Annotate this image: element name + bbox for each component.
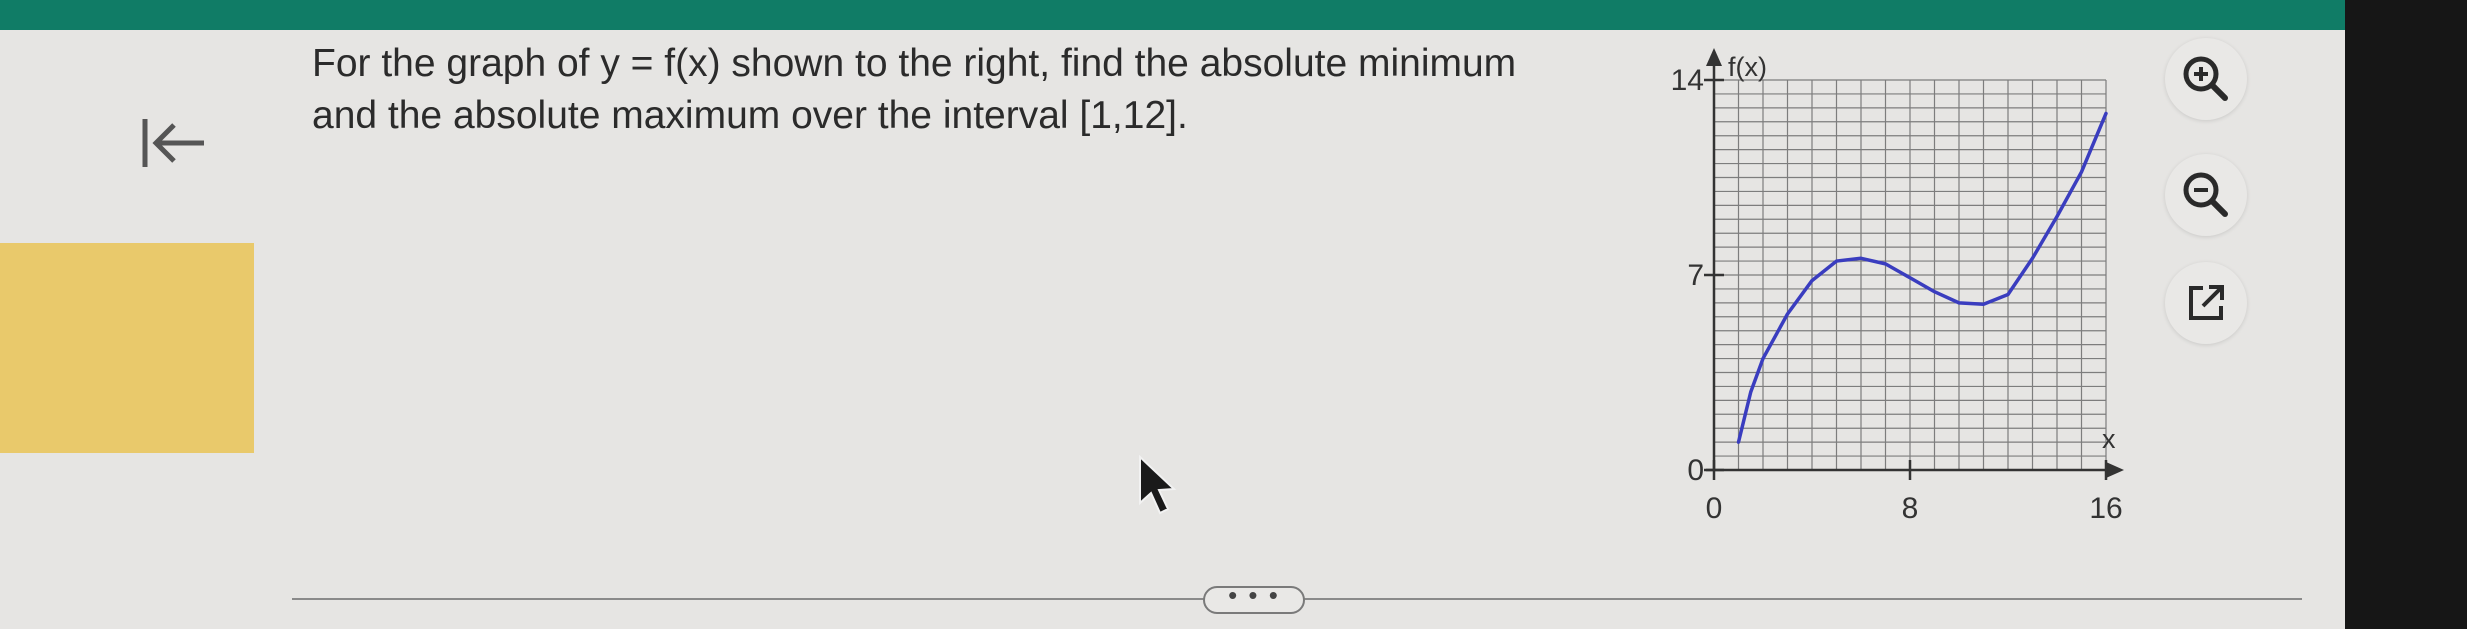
x-tick-label: 0: [1706, 492, 1723, 525]
side-panel-highlight: [0, 243, 254, 453]
function-graph: f(x) x 14 7 0 0 8 16: [1640, 40, 2160, 540]
x-axis-arrow: [2106, 462, 2124, 478]
y-tick-label: 7: [1687, 259, 1704, 292]
x-tick-label: 8: [1902, 492, 1919, 525]
x-tick-label: 16: [2089, 492, 2122, 525]
zoom-out-icon: [2183, 172, 2228, 217]
function-curve: [1736, 111, 2108, 444]
x-axis-label: x: [2102, 424, 2116, 454]
zoom-in-button[interactable]: [2165, 38, 2247, 120]
question-text: For the graph of y = f(x) shown to the r…: [312, 38, 1632, 142]
axes: [1706, 48, 2124, 478]
app-screen: For the graph of y = f(x) shown to the r…: [0, 0, 2345, 629]
mouse-cursor-icon: [1139, 455, 1177, 515]
y-axis-label: f(x): [1728, 52, 1767, 82]
y-tick-label: 0: [1687, 454, 1704, 487]
more-options-button[interactable]: • • •: [1203, 582, 1305, 614]
collapse-panel-button[interactable]: [128, 95, 218, 185]
zoom-out-button[interactable]: [2165, 154, 2247, 236]
grid-lines: [1713, 79, 2107, 471]
screen-bezel: [2345, 0, 2467, 629]
question-line-2: and the absolute maximum over the interv…: [312, 94, 1188, 137]
graph-svg: f(x) x 14 7 00 8 16: [1671, 48, 2124, 525]
question-line-1: For the graph of y = f(x) shown to the r…: [312, 42, 1517, 85]
arrow-left-to-bar-icon: [142, 119, 204, 167]
zoom-in-icon: [2183, 56, 2228, 101]
external-link-icon: [2189, 285, 2224, 320]
open-in-new-window-button[interactable]: [2165, 262, 2247, 344]
y-axis-arrow: [1706, 48, 1722, 66]
top-bar: [0, 0, 2345, 30]
y-tick-label: 14: [1671, 64, 1704, 97]
